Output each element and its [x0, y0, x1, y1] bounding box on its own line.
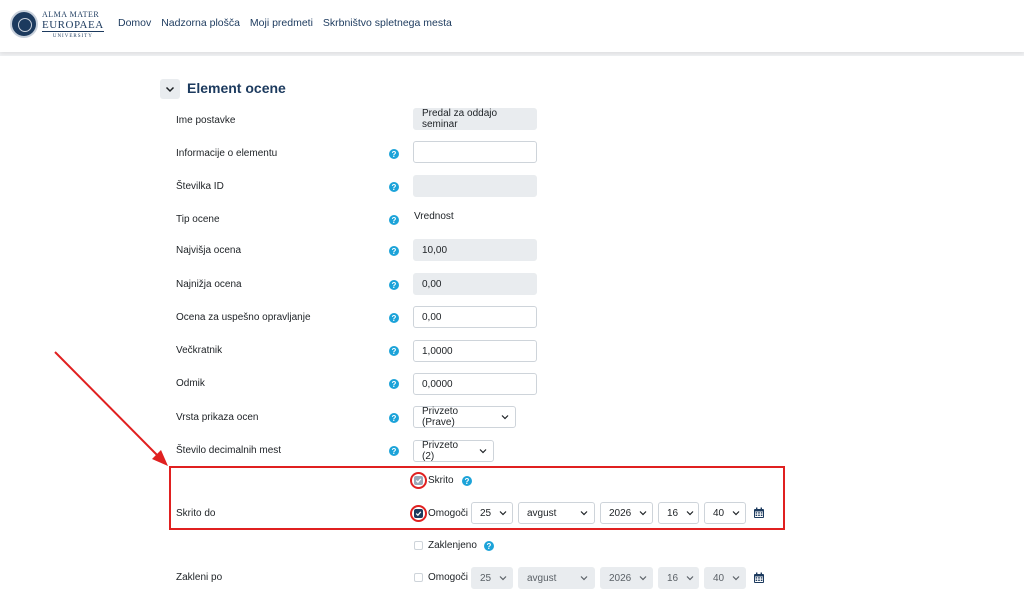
offset-input[interactable] [413, 373, 537, 395]
help-icon[interactable]: ? [389, 446, 399, 456]
max-grade-label: Najvišja ocena [176, 245, 242, 256]
multiplier-label: Večkratnik [176, 345, 223, 356]
display-type-label: Vrsta prikaza ocen [176, 412, 259, 423]
locked-label: Zaklenjeno [428, 540, 477, 551]
help-icon[interactable]: ? [389, 280, 399, 290]
nav-link-my-courses[interactable]: Moji predmeti [250, 17, 313, 29]
lock-after-hour: 16 [667, 572, 679, 584]
logo-line-3: UNIVERSITY [42, 31, 104, 42]
id-number-field [413, 175, 537, 197]
top-navbar: ALMA MATER EUROPAEA UNIVERSITY Domov Nad… [0, 0, 1024, 52]
help-icon[interactable]: ? [389, 413, 399, 423]
help-icon[interactable]: ? [484, 541, 494, 551]
chevron-down-icon [479, 449, 487, 454]
lock-after-minute: 40 [713, 572, 725, 584]
lock-after-day: 25 [480, 572, 492, 584]
chevron-down-icon [499, 576, 507, 581]
section-collapse-button[interactable] [160, 79, 180, 99]
chevron-down-icon [580, 576, 588, 581]
university-logo[interactable]: ALMA MATER EUROPAEA UNIVERSITY [10, 8, 104, 44]
logo-line-2: EUROPAEA [42, 19, 104, 31]
decimals-select[interactable]: Privzeto (2) [413, 440, 494, 462]
pass-grade-input[interactable] [413, 306, 537, 328]
locked-checkbox[interactable] [414, 541, 423, 550]
decimals-label: Število decimalnih mest [176, 445, 282, 456]
help-icon[interactable]: ? [389, 149, 399, 159]
lock-after-year: 2026 [609, 572, 632, 584]
chevron-down-icon [501, 415, 509, 420]
display-type-select[interactable]: Privzeto (Prave) [413, 406, 516, 428]
help-icon[interactable]: ? [389, 215, 399, 225]
lock-after-month-select[interactable]: avgust [518, 567, 595, 589]
chevron-down-icon [165, 86, 175, 93]
chevron-down-icon [686, 576, 694, 581]
lock-after-day-select[interactable]: 25 [471, 567, 513, 589]
grade-type-value: Vrednost [414, 211, 454, 222]
nav-link-dashboard[interactable]: Nadzorna plošča [161, 17, 240, 29]
annotation-highlight-box [169, 466, 785, 530]
annotation-circle-enable [410, 505, 427, 522]
max-grade-field: 10,00 [413, 239, 537, 261]
lock-after-minute-select[interactable]: 40 [704, 567, 746, 589]
nav-link-site-admin[interactable]: Skrbništvo spletnega mesta [323, 17, 452, 29]
decimals-selected: Privzeto (2) [422, 440, 459, 462]
item-name-label: Ime postavke [176, 115, 236, 126]
pass-grade-label: Ocena za uspešno opravljanje [176, 312, 311, 323]
item-name-field: Predal za oddajo seminar [413, 108, 537, 130]
annotation-circle-hidden [410, 472, 427, 489]
item-info-label: Informacije o elementu [176, 148, 278, 159]
lock-after-enable-checkbox[interactable] [414, 573, 423, 582]
chevron-down-icon [639, 576, 647, 581]
lock-after-year-select[interactable]: 2026 [600, 567, 653, 589]
item-info-input[interactable] [413, 141, 537, 163]
primary-navigation: Domov Nadzorna plošča Moji predmeti Skrb… [118, 17, 459, 29]
help-icon[interactable]: ? [389, 379, 399, 389]
lock-after-hour-select[interactable]: 16 [658, 567, 699, 589]
grade-type-label: Tip ocene [176, 214, 220, 225]
help-icon[interactable]: ? [389, 182, 399, 192]
offset-label: Odmik [176, 378, 205, 389]
chevron-down-icon [732, 576, 740, 581]
help-icon[interactable]: ? [389, 246, 399, 256]
help-icon[interactable]: ? [389, 313, 399, 323]
id-number-label: Številka ID [176, 181, 224, 192]
nav-link-home[interactable]: Domov [118, 17, 151, 29]
help-icon[interactable]: ? [389, 346, 399, 356]
multiplier-input[interactable] [413, 340, 537, 362]
min-grade-field: 0,00 [413, 273, 537, 295]
logo-text: ALMA MATER EUROPAEA UNIVERSITY [42, 10, 104, 42]
display-type-selected: Privzeto (Prave) [422, 406, 459, 428]
lock-after-enable-label: Omogoči [428, 572, 469, 583]
calendar-icon[interactable] [753, 572, 765, 584]
university-seal-icon [10, 10, 38, 38]
min-grade-label: Najnižja ocena [176, 279, 242, 290]
lock-after-month: avgust [527, 572, 557, 584]
lock-after-label: Zakleni po [176, 572, 223, 583]
section-title: Element ocene [187, 80, 286, 96]
